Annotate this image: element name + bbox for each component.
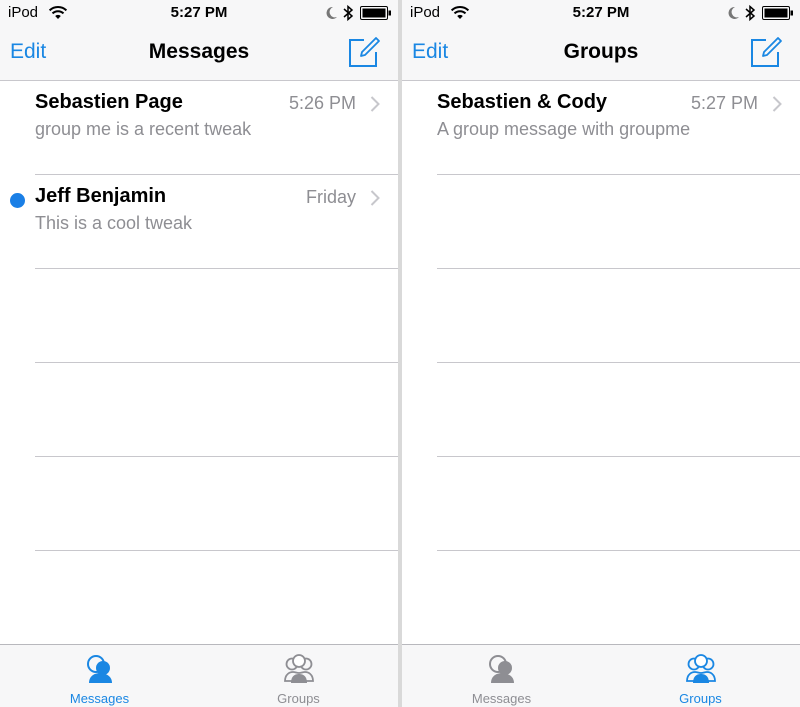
group-row[interactable]: Sebastien & Cody 5:27 PM A group message… (402, 81, 800, 175)
group-list: Sebastien & Cody 5:27 PM A group message… (402, 81, 800, 551)
empty-row (402, 363, 800, 457)
empty-row (0, 457, 398, 551)
messages-tab-icon (489, 655, 514, 683)
tab-label: Groups (277, 691, 320, 706)
tab-bar: Messages Groups (402, 644, 800, 707)
groups-tab-icon (284, 654, 314, 683)
groups-screen: iPod 5:27 PM Edit Groups Sebastien & Cod… (402, 0, 800, 707)
status-time: 5:27 PM (170, 4, 228, 21)
row-divider (437, 550, 800, 551)
empty-row (0, 269, 398, 363)
page-title: Messages (148, 40, 250, 63)
row-divider (35, 550, 398, 551)
status-bar: iPod 5:27 PM (402, 0, 800, 26)
screens: iPod 5:27 PM Edit Messages Sebastien Pag… (0, 0, 800, 707)
message-time: 5:27 PM (690, 93, 758, 113)
empty-row (402, 269, 800, 363)
tab-messages[interactable]: Messages (402, 645, 601, 707)
conversation-row[interactable]: Sebastien Page 5:26 PM group me is a rec… (0, 81, 398, 175)
messages-screen: iPod 5:27 PM Edit Messages Sebastien Pag… (0, 0, 398, 707)
tab-messages[interactable]: Messages (0, 645, 199, 707)
group-name: Sebastien & Cody (437, 91, 608, 113)
chevron-right-icon (370, 96, 380, 112)
navigation-bar: Edit Groups (402, 26, 800, 81)
empty-row (0, 363, 398, 457)
chevron-right-icon (772, 96, 782, 112)
messages-tab-icon (87, 655, 112, 683)
status-time: 5:27 PM (572, 4, 630, 21)
tab-groups[interactable]: Groups (199, 645, 398, 707)
page-title: Groups (563, 40, 639, 63)
message-time: Friday (305, 187, 356, 207)
message-preview: A group message with groupme (437, 119, 691, 139)
unread-indicator (10, 193, 25, 208)
tab-label: Messages (471, 691, 532, 706)
tab-groups[interactable]: Groups (601, 645, 800, 707)
bluetooth-icon (745, 4, 756, 22)
compose-icon[interactable] (749, 35, 783, 69)
conversation-list: Sebastien Page 5:26 PM group me is a rec… (0, 81, 398, 551)
moon-icon (728, 6, 739, 19)
compose-icon[interactable] (347, 35, 381, 69)
contact-name: Sebastien Page (35, 91, 183, 113)
battery-icon (762, 6, 793, 20)
groups-tab-icon (686, 654, 716, 683)
status-bar: iPod 5:27 PM (0, 0, 398, 26)
message-time: 5:26 PM (288, 93, 356, 113)
conversation-row[interactable]: Jeff Benjamin Friday This is a cool twea… (0, 175, 398, 269)
tab-label: Messages (69, 691, 130, 706)
bluetooth-icon (343, 4, 354, 22)
battery-icon (360, 6, 391, 20)
moon-icon (326, 6, 337, 19)
navigation-bar: Edit Messages (0, 26, 398, 81)
message-preview: This is a cool tweak (35, 213, 193, 233)
tab-bar: Messages Groups (0, 644, 398, 707)
message-preview: group me is a recent tweak (35, 119, 252, 139)
empty-row (402, 457, 800, 551)
chevron-right-icon (370, 190, 380, 206)
tab-label: Groups (679, 691, 722, 706)
empty-row (402, 175, 800, 269)
contact-name: Jeff Benjamin (35, 185, 167, 207)
